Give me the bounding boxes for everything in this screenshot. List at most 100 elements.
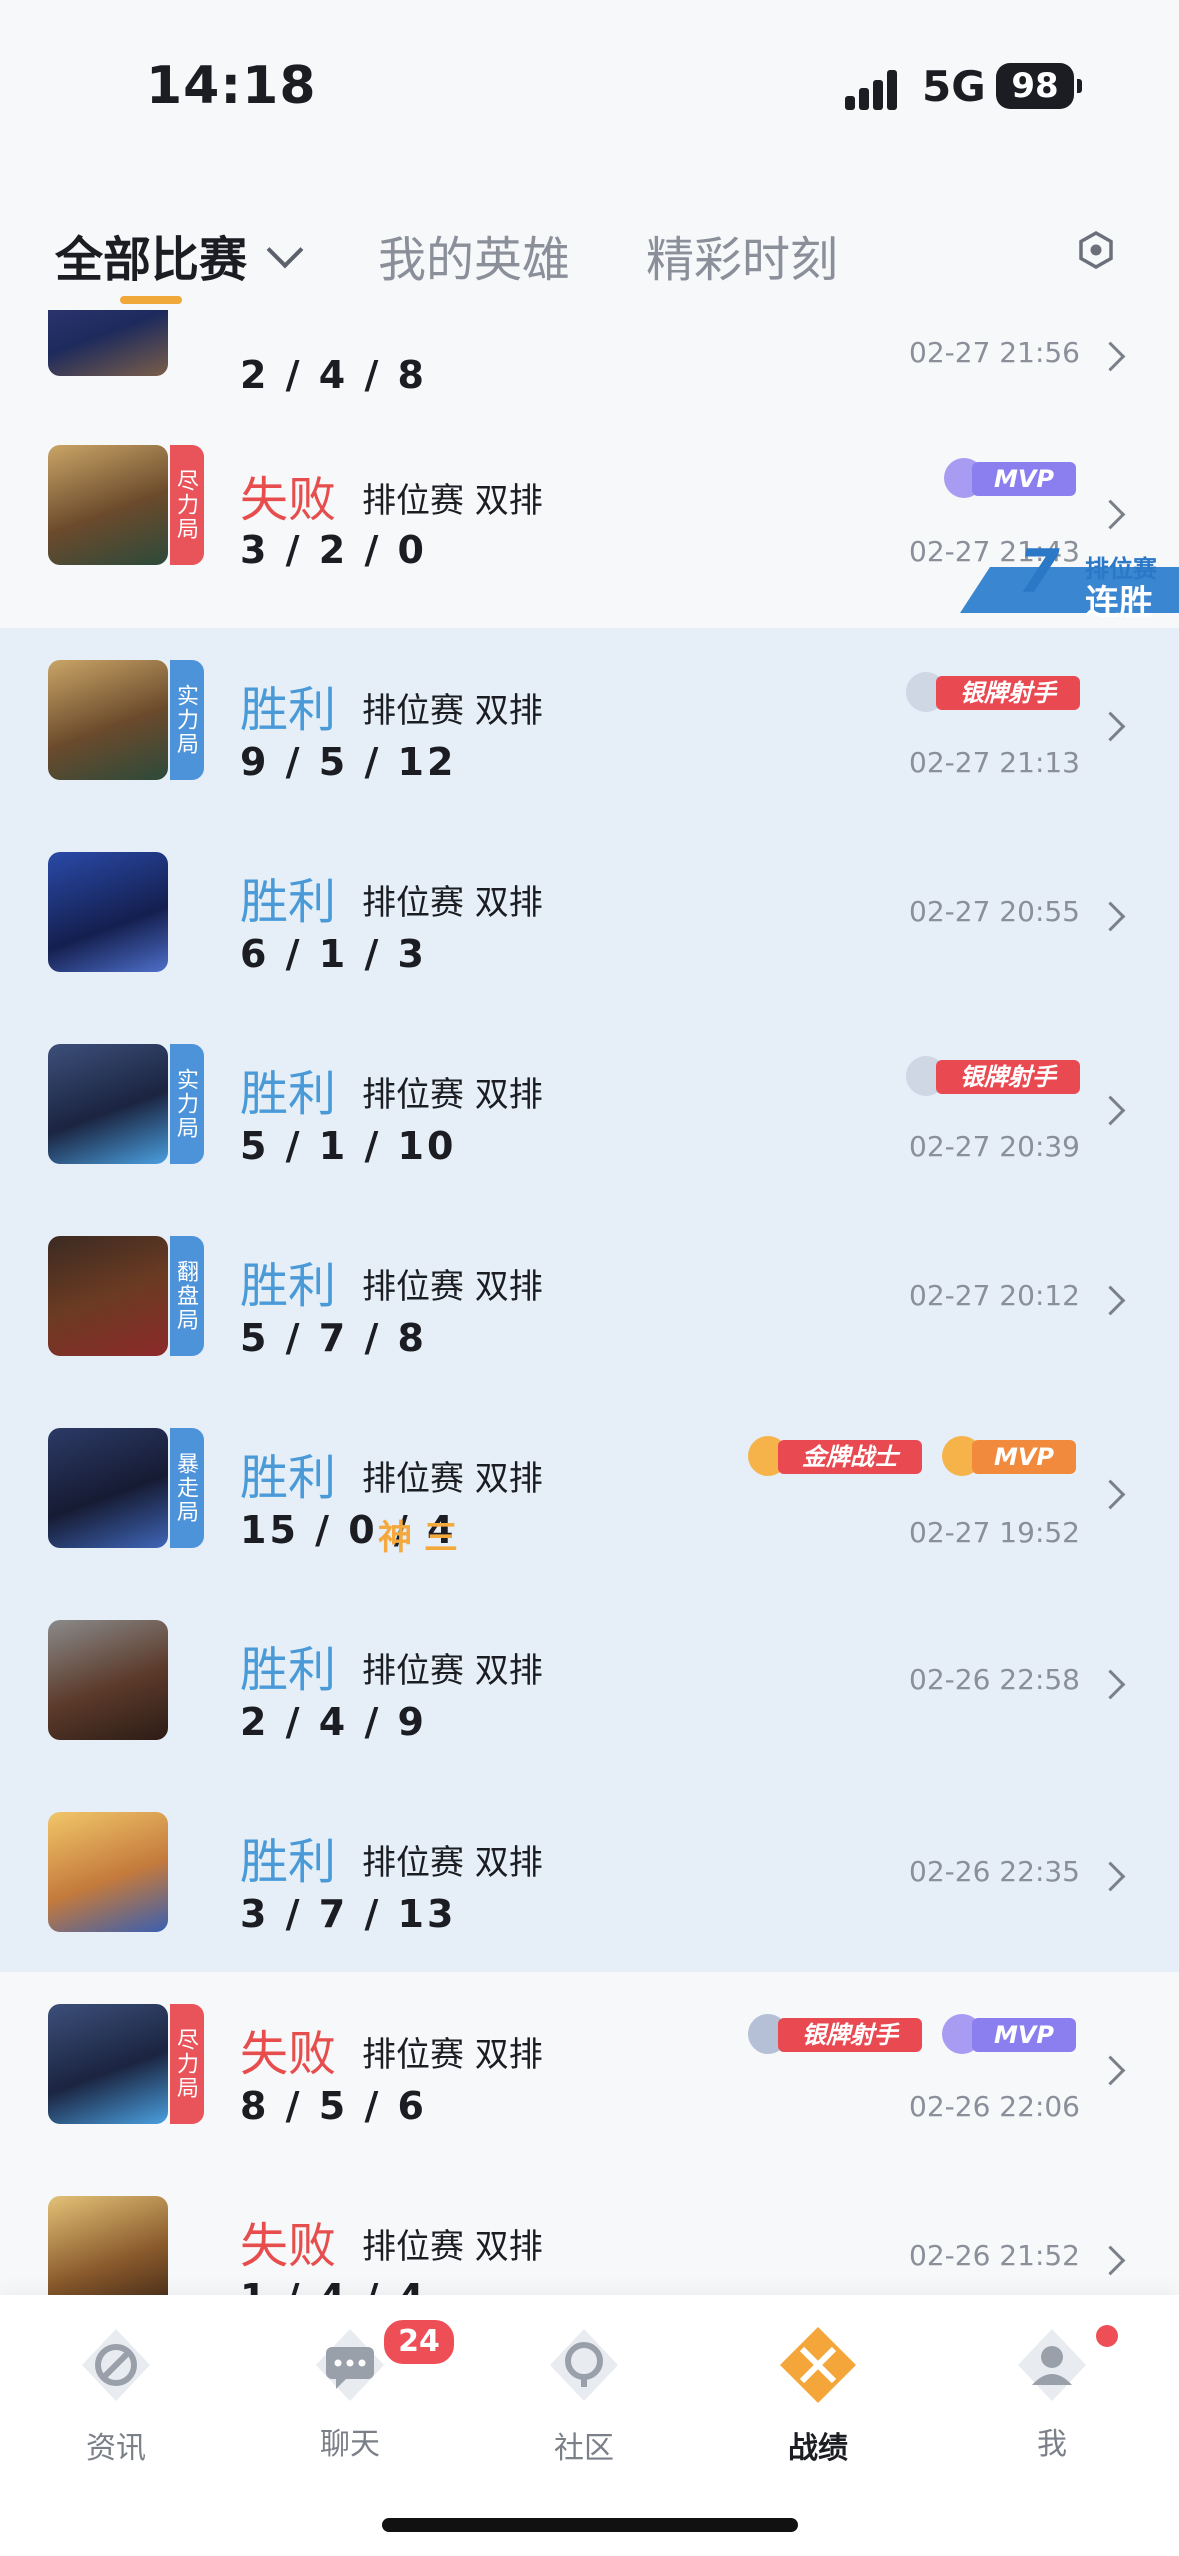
chevron-right-icon (1095, 1669, 1126, 1700)
nav-community[interactable]: 社区 (514, 2323, 654, 2467)
match-row[interactable]: 2 / 4 / 8 02-27 21:56 (0, 310, 1179, 420)
match-row[interactable]: 胜利 排位赛 双排 6 / 1 / 3 02-27 20:55 (0, 820, 1179, 1012)
match-time: 02-26 22:35 (909, 1855, 1080, 1888)
win-streak-ribbon: 7 排位赛 连胜 (960, 537, 1179, 623)
nav-label: 我 (1037, 2427, 1067, 2462)
news-icon (82, 2329, 150, 2401)
match-list[interactable]: 2 / 4 / 8 02-27 21:56 尽力局 失败 排位赛 双排 3 / … (0, 310, 1179, 2295)
match-result: 胜利 (240, 1834, 337, 1890)
match-kda: 3 / 2 / 0 (240, 528, 427, 572)
match-kda: 5 / 7 / 8 (240, 1316, 427, 1360)
match-kda: 6 / 1 / 3 (240, 932, 427, 976)
tab-my-heroes[interactable]: 我的英雄 (378, 220, 570, 290)
status-time: 14:18 (146, 56, 317, 116)
bottom-nav: 资讯 24 聊天 社区 战绩 我 (0, 2295, 1179, 2556)
match-tag: 尽力局 (170, 445, 204, 565)
match-result: 胜利 (240, 1642, 337, 1698)
kill-streak-label: 神 三 (378, 1518, 458, 1558)
match-mode: 排位赛 双排 (362, 883, 543, 923)
hero-avatar (48, 445, 168, 565)
match-mode: 排位赛 双排 (362, 2227, 543, 2267)
match-time: 02-27 20:55 (909, 895, 1080, 928)
match-result: 胜利 (240, 1066, 337, 1122)
chevron-right-icon (1095, 1479, 1126, 1510)
tab-indicator (120, 296, 182, 304)
hero-avatar (48, 1044, 168, 1164)
chevron-right-icon (1095, 2055, 1126, 2086)
match-row[interactable]: 失败 排位赛 双排 1 / 4 / 4 02-26 21:52 (0, 2164, 1179, 2295)
nav-label: 资讯 (86, 2431, 146, 2466)
nav-label: 社区 (554, 2431, 614, 2466)
match-row[interactable]: 暴走局 胜利 排位赛 双排 15 / 0 / 4 神 三 金牌战士 MVP 02… (0, 1396, 1179, 1588)
match-mode: 排位赛 双排 (362, 1651, 543, 1691)
match-row[interactable]: 实力局 胜利 排位赛 双排 9 / 5 / 12 银牌射手 02-27 21:1… (0, 628, 1179, 820)
hero-avatar (48, 2004, 168, 2124)
match-tag: 暴走局 (170, 1428, 204, 1548)
match-time: 02-27 21:56 (909, 336, 1080, 369)
tab-bar: 全部比赛 我的英雄 精彩时刻 (0, 195, 1179, 310)
match-kda: 5 / 1 / 10 (240, 1124, 457, 1168)
nav-chat[interactable]: 24 聊天 (280, 2317, 457, 2463)
nav-news[interactable]: 资讯 (46, 2323, 186, 2467)
match-mode: 排位赛 双排 (362, 1267, 543, 1307)
tab-all-matches[interactable]: 全部比赛 (55, 220, 247, 290)
battery-icon: 98 (996, 63, 1082, 109)
mvp-badge: MVP (972, 462, 1076, 496)
match-row[interactable]: 实力局 胜利 排位赛 双排 5 / 1 / 10 银牌射手 02-27 20:3… (0, 1012, 1179, 1204)
chevron-right-icon (1095, 1095, 1126, 1126)
match-mode: 排位赛 双排 (362, 1075, 543, 1115)
community-icon (550, 2329, 618, 2401)
hero-avatar (48, 852, 168, 972)
status-bar: 14:18 5G 98 (0, 0, 1179, 175)
match-result: 失败 (240, 2026, 337, 2082)
nav-records[interactable]: 战绩 (748, 2323, 888, 2467)
match-row[interactable]: 翻盘局 胜利 排位赛 双排 5 / 7 / 8 02-27 20:12 (0, 1204, 1179, 1396)
match-time: 02-27 21:13 (909, 746, 1080, 779)
chevron-right-icon (1095, 341, 1126, 372)
chat-icon: 24 (308, 2317, 457, 2407)
match-kda: 9 / 5 / 12 (240, 740, 457, 784)
match-tag: 实力局 (170, 1044, 204, 1164)
match-tag: 实力局 (170, 660, 204, 780)
match-time: 02-26 22:58 (909, 1663, 1080, 1696)
chevron-right-icon (1095, 901, 1126, 932)
match-kda: 1 / 4 / 4 (240, 2276, 427, 2295)
streak-text: 连胜 (1085, 583, 1153, 623)
achievement-badge: 金牌战士 (778, 1440, 922, 1474)
match-result: 胜利 (240, 1258, 337, 1314)
chevron-right-icon (1095, 2245, 1126, 2276)
hero-avatar (48, 310, 168, 376)
match-time: 02-27 19:52 (909, 1516, 1080, 1549)
signal-icon (845, 68, 905, 110)
unread-count-badge: 24 (381, 2317, 457, 2367)
hero-avatar (48, 2196, 168, 2295)
hero-avatar (48, 1812, 168, 1932)
match-tag: 翻盘局 (170, 1236, 204, 1356)
achievement-badge: 银牌射手 (936, 676, 1080, 710)
hero-avatar (48, 1428, 168, 1548)
mvp-badge: MVP (972, 2018, 1076, 2052)
match-row[interactable]: 尽力局 失败 排位赛 双排 8 / 5 / 6 银牌射手 MVP 02-26 2… (0, 1972, 1179, 2164)
match-result: 失败 (240, 472, 337, 528)
match-row[interactable]: 胜利 排位赛 双排 2 / 4 / 9 02-26 22:58 (0, 1588, 1179, 1780)
chevron-down-icon[interactable] (266, 231, 304, 269)
match-mode: 排位赛 双排 (362, 1459, 543, 1499)
nav-profile[interactable]: 我 (982, 2323, 1122, 2463)
match-time: 02-26 22:06 (909, 2090, 1080, 2123)
hero-avatar (48, 660, 168, 780)
settings-icon[interactable] (1076, 230, 1116, 270)
chevron-right-icon (1095, 711, 1126, 742)
chevron-right-icon (1095, 1285, 1126, 1316)
home-indicator (382, 2518, 798, 2532)
nav-label: 聊天 (320, 2427, 380, 2462)
match-result: 胜利 (240, 874, 337, 930)
nav-label: 战绩 (788, 2431, 848, 2466)
match-row[interactable]: 胜利 排位赛 双排 3 / 7 / 13 02-26 22:35 (0, 1780, 1179, 1972)
match-mode: 排位赛 双排 (362, 1843, 543, 1883)
tab-highlights[interactable]: 精彩时刻 (646, 220, 838, 290)
chevron-right-icon (1095, 1861, 1126, 1892)
match-result: 胜利 (240, 1450, 337, 1506)
match-kda: 2 / 4 / 9 (240, 1700, 427, 1744)
streak-count: 7 (1018, 537, 1060, 607)
record-icon (780, 2327, 856, 2403)
